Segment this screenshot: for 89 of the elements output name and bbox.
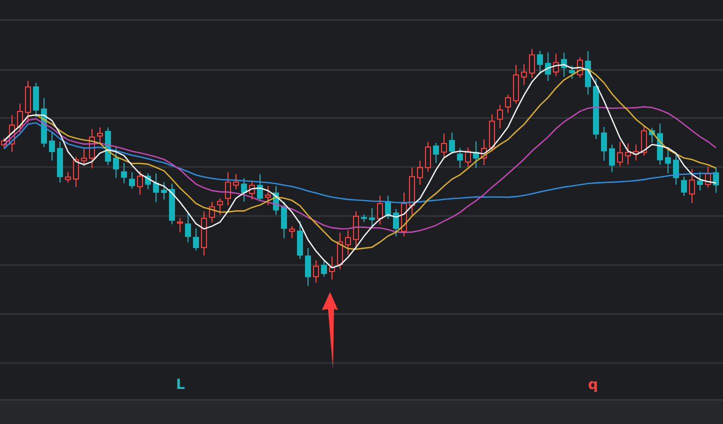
candlestick (265, 186, 271, 206)
candlestick (521, 64, 527, 86)
candlestick (513, 64, 519, 104)
candlestick (249, 180, 255, 200)
candlestick (609, 144, 615, 173)
candlestick (17, 102, 23, 133)
candlestick (377, 195, 383, 226)
candlestick (433, 142, 439, 164)
candlestick (497, 104, 503, 129)
candlestick (25, 80, 31, 123)
candlestick (105, 126, 111, 166)
candlestick (121, 162, 127, 184)
candlestick (537, 50, 543, 75)
candlestick (225, 172, 231, 206)
candlestick (9, 114, 15, 152)
candlestick (713, 167, 719, 194)
candlestick (41, 98, 47, 148)
candlestick (137, 170, 143, 196)
candlestick (401, 192, 407, 237)
candlestick (97, 126, 103, 144)
candlestick (337, 232, 343, 270)
candlestick (113, 146, 119, 178)
candlestick (425, 142, 431, 172)
candlestick (177, 218, 183, 233)
candlestick (345, 230, 351, 256)
candlestick (281, 201, 287, 239)
candlestick (305, 248, 311, 286)
candlestick (273, 186, 279, 216)
candlestick (481, 138, 487, 166)
candlestick (57, 141, 63, 184)
candlestick (657, 123, 663, 166)
candlestick (441, 133, 447, 159)
candlestick (257, 174, 263, 202)
candlestick (641, 125, 647, 156)
candlestick (81, 148, 87, 166)
candlestick (545, 52, 551, 82)
candlestick (601, 126, 607, 162)
candlestick (553, 53, 559, 76)
candlestick (465, 146, 471, 168)
candlestick (665, 149, 671, 174)
candlestick (385, 195, 391, 220)
candlestick (161, 182, 167, 200)
candlestick (73, 156, 79, 188)
candlestick (393, 208, 399, 237)
candlestick (193, 228, 199, 252)
candlestick (505, 94, 511, 114)
chart-marker-label: q (588, 376, 598, 392)
candlestick (217, 198, 223, 216)
candlestick (361, 214, 367, 222)
candlestick (569, 65, 575, 80)
candlestick (449, 132, 455, 155)
candlestick (409, 167, 415, 216)
candlestick (649, 127, 655, 144)
candlestick (201, 210, 207, 256)
candlestick (681, 176, 687, 196)
candlestick (297, 220, 303, 260)
candlestick (529, 48, 535, 79)
candlestick (473, 140, 479, 168)
candlestick (241, 178, 247, 202)
candlestick (561, 52, 567, 78)
candlestick (129, 172, 135, 190)
candlestick (585, 50, 591, 96)
candlestick (49, 132, 55, 162)
candlestick (329, 256, 335, 280)
candlestick (153, 172, 159, 203)
candlestick (689, 168, 695, 204)
candlestick (185, 212, 191, 243)
candlestick (625, 142, 631, 166)
chart-marker-label: L (176, 376, 185, 392)
candlestick (697, 172, 703, 191)
candlestick (33, 82, 39, 118)
candlestick (593, 78, 599, 140)
candlestick (489, 114, 495, 152)
candlestick (617, 141, 623, 167)
candlestick (313, 260, 319, 284)
candlestick (457, 148, 463, 168)
candlestick (145, 172, 151, 190)
candlestick (353, 210, 359, 248)
candlestick (233, 174, 239, 190)
candlestick (321, 260, 327, 277)
candlestick (169, 182, 175, 225)
candlestick (417, 160, 423, 186)
candlestick (289, 226, 295, 239)
candlestick (633, 144, 639, 161)
candlestick (577, 56, 583, 78)
candlestick (673, 154, 679, 186)
candlestick (705, 166, 711, 188)
candlestick (209, 201, 215, 223)
candlestick (65, 172, 71, 184)
